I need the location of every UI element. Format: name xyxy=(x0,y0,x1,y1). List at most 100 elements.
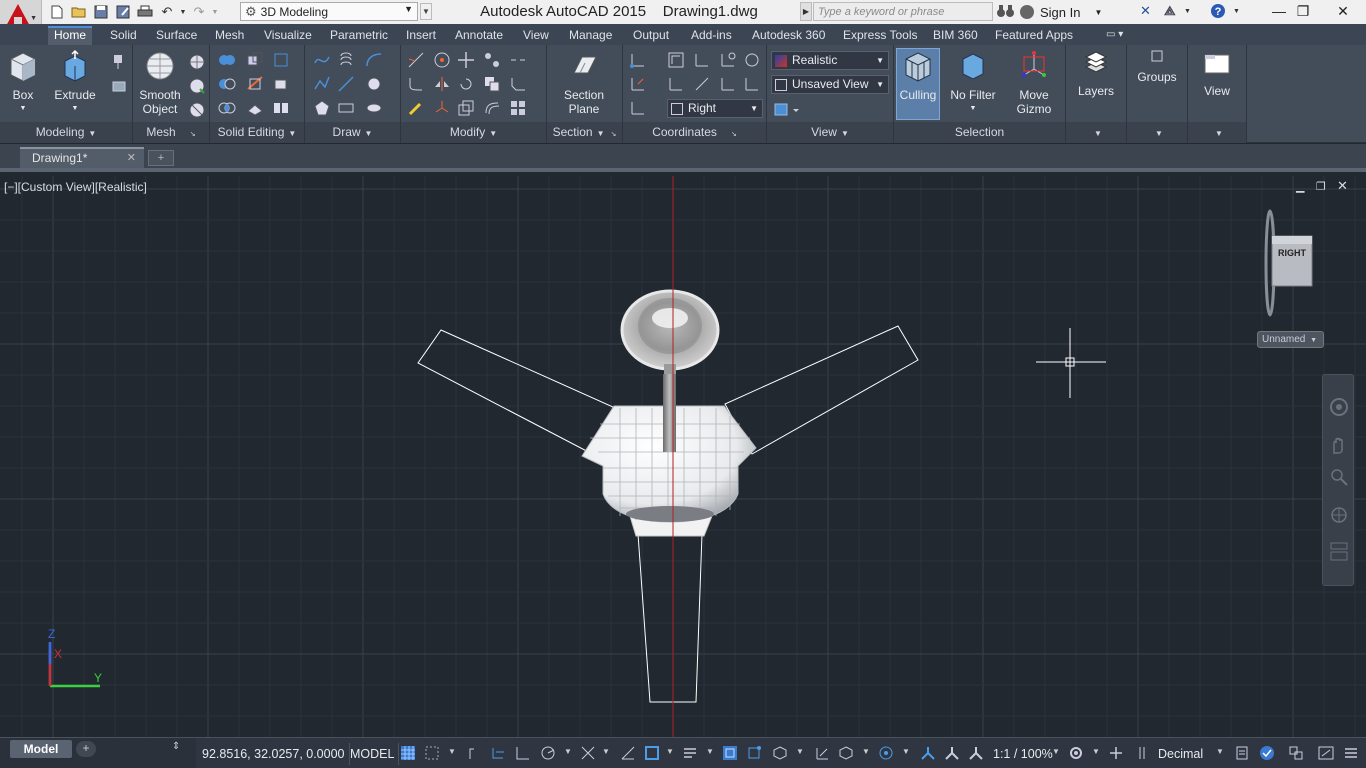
chevron-down-icon[interactable]: ▼ xyxy=(1052,747,1060,756)
panel-title-coordinates[interactable]: Coordinates ↘ xyxy=(623,122,766,143)
tab-output[interactable]: Output xyxy=(627,26,675,45)
offset-icon[interactable] xyxy=(483,99,501,117)
ucs-origin-icon[interactable] xyxy=(667,75,685,93)
search-input[interactable] xyxy=(813,2,993,21)
tab-bim-360[interactable]: BIM 360 xyxy=(927,26,984,45)
object-snap-icon[interactable] xyxy=(644,745,660,761)
helix-icon[interactable] xyxy=(337,51,355,69)
ucs-icon[interactable] xyxy=(629,51,647,69)
infer-constraints-icon[interactable] xyxy=(466,745,482,761)
3d-object-snap-icon[interactable] xyxy=(746,745,762,761)
gizmo-icon[interactable] xyxy=(838,745,854,761)
graphics-performance-icon[interactable] xyxy=(1259,745,1275,761)
tab-home[interactable]: Home xyxy=(48,26,93,45)
chevron-down-icon[interactable]: ▼ xyxy=(706,747,714,756)
ucs-icon-properties-icon[interactable] xyxy=(743,51,761,69)
ucs-previous-icon[interactable] xyxy=(719,51,737,69)
showmotion-icon[interactable] xyxy=(1329,541,1349,563)
view-expand[interactable]: ▼ xyxy=(1188,122,1246,143)
lineweight-icon[interactable] xyxy=(682,745,698,761)
units-icon[interactable] xyxy=(1136,745,1152,761)
binoculars-icon[interactable] xyxy=(996,3,1016,21)
chevron-down-icon[interactable]: ▼ xyxy=(666,747,674,756)
tab-solid[interactable]: Solid xyxy=(104,26,143,45)
chevron-down-icon[interactable]: ▼ xyxy=(902,747,910,756)
grid-display-icon[interactable] xyxy=(400,745,416,761)
isodraft-icon[interactable] xyxy=(580,745,596,761)
chamfer-icon[interactable] xyxy=(509,75,527,93)
orbit-icon[interactable] xyxy=(1329,505,1349,525)
tab-annotate[interactable]: Annotate xyxy=(449,26,509,45)
undo-dropdown-icon[interactable]: ▼ xyxy=(178,3,188,21)
view-button[interactable]: View xyxy=(1194,49,1240,98)
trim-icon[interactable] xyxy=(407,51,425,69)
rotate-icon[interactable] xyxy=(457,75,475,93)
chevron-down-icon[interactable]: ▼ xyxy=(564,747,572,756)
layers-expand[interactable]: ▼ xyxy=(1066,122,1126,143)
layout-scroll-icon[interactable]: ⇕ xyxy=(172,741,180,752)
tab-manage[interactable]: Manage xyxy=(563,26,618,45)
line-icon[interactable] xyxy=(337,75,355,93)
fillet-icon[interactable] xyxy=(407,75,425,93)
annotation-scale-value[interactable]: 1:1 / 100% xyxy=(993,743,1053,765)
refine-mesh-icon[interactable] xyxy=(188,101,206,119)
polyline-icon[interactable] xyxy=(313,75,331,93)
ucs-x-icon[interactable] xyxy=(693,51,711,69)
smooth-object-button[interactable]: Smooth Object xyxy=(137,49,183,116)
panel-title-modeling[interactable]: Modeling ▼ xyxy=(0,122,132,143)
open-folder-icon[interactable] xyxy=(68,3,90,21)
chevron-down-icon[interactable]: ▼ xyxy=(796,747,804,756)
new-drawing-tab-button[interactable]: + xyxy=(148,150,174,166)
tab-insert[interactable]: Insert xyxy=(400,26,442,45)
coordinates-readout[interactable]: 92.8516, 32.0257, 0.0000 xyxy=(198,743,350,765)
customization-menu-icon[interactable] xyxy=(1343,745,1359,761)
tab-surface[interactable]: Surface xyxy=(150,26,203,45)
viewport-config-icon[interactable] xyxy=(773,101,801,119)
groups-button[interactable]: Groups xyxy=(1133,49,1181,84)
ucs-z-icon[interactable] xyxy=(719,75,737,93)
annotation-scale-auto-icon[interactable] xyxy=(920,745,936,761)
panel-title-solid-editing[interactable]: Solid Editing ▼ xyxy=(210,122,304,143)
mesh-primitive-icon[interactable] xyxy=(188,53,206,71)
annotation-visibility-all-icon[interactable] xyxy=(944,745,960,761)
ucs-named-icon[interactable] xyxy=(629,99,647,117)
autodesk-360-icon[interactable]: ⟁ xyxy=(1164,3,1176,21)
tab-featured-apps[interactable]: Featured Apps xyxy=(989,26,1079,45)
circle-icon[interactable] xyxy=(365,75,383,93)
object-snap-tracking-icon[interactable] xyxy=(620,745,636,761)
3d-array-icon[interactable] xyxy=(483,51,501,69)
add-layout-button[interactable]: + xyxy=(76,741,96,757)
annotation-visibility-icon[interactable] xyxy=(878,745,894,761)
match-properties-icon[interactable] xyxy=(407,99,425,117)
polygon-icon[interactable] xyxy=(313,99,331,117)
steeringwheel-icon[interactable] xyxy=(1329,397,1349,417)
smooth-more-icon[interactable] xyxy=(188,77,206,95)
tab-autodesk-360[interactable]: Autodesk 360 xyxy=(746,26,831,45)
arc-icon[interactable] xyxy=(365,51,383,69)
panel-title-modify[interactable]: Modify ▼ xyxy=(401,122,546,143)
tab-parametric[interactable]: Parametric xyxy=(324,26,394,45)
panel-title-mesh[interactable]: Mesh ↘ xyxy=(133,122,209,143)
close-icon[interactable]: ✕ xyxy=(127,149,136,167)
drawing-viewport[interactable]: [−][Custom View][Realistic] ▁ ❐ ✕ Z X Y … xyxy=(0,176,1366,737)
help-icon[interactable]: ? xyxy=(1210,3,1226,21)
separate-icon[interactable] xyxy=(272,99,290,117)
move-gizmo-button[interactable]: Move Gizmo xyxy=(1010,49,1058,116)
undo-icon[interactable]: ↶ xyxy=(156,3,178,21)
subtract-icon[interactable] xyxy=(218,75,236,93)
ucs-y-icon[interactable] xyxy=(693,75,711,93)
selection-cycling-icon[interactable] xyxy=(722,745,738,761)
3d-align-icon[interactable] xyxy=(433,51,451,69)
ribbon-minimize-toggle[interactable]: ▭ ▾ xyxy=(1100,26,1129,45)
spline-icon[interactable] xyxy=(313,51,331,69)
model-3d-object[interactable] xyxy=(0,176,1366,737)
quick-properties-icon[interactable] xyxy=(1234,745,1250,761)
chevron-down-icon[interactable]: ▼ xyxy=(862,747,870,756)
extract-edges-icon[interactable] xyxy=(272,51,290,69)
ucs-menu[interactable]: Unnamed ▼ xyxy=(1257,331,1324,348)
new-file-icon[interactable] xyxy=(46,3,68,21)
union-icon[interactable] xyxy=(218,51,236,69)
clean-screen-icon[interactable] xyxy=(1318,745,1334,761)
presspull-icon[interactable] xyxy=(110,53,128,71)
extrude-faces-icon[interactable] xyxy=(272,75,290,93)
